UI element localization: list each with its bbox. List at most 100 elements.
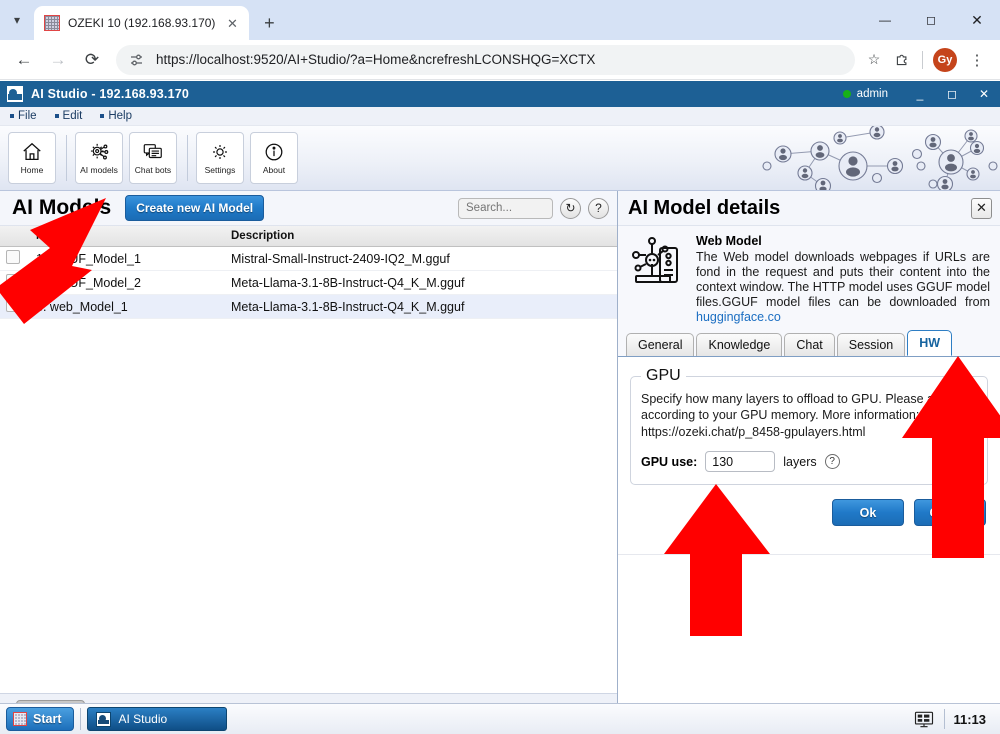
ai-models-table: Name ▾ Description 1. GGUF_Model_1 Mistra… <box>0 226 617 319</box>
menu-item-edit[interactable]: Edit <box>54 110 83 122</box>
ribbon-button-about[interactable]: About <box>250 132 298 184</box>
row-description: Meta-Llama-3.1-8B-Instruct-Q4_K_M.gguf <box>225 294 617 319</box>
profile-avatar[interactable]: Gy <box>933 47 957 72</box>
home-icon <box>23 142 41 160</box>
row-checkbox-cell[interactable] <box>0 294 30 319</box>
menu-item-edit-label: Edit <box>62 110 83 122</box>
menu-item-file-label: File <box>18 110 37 122</box>
menu-bullet-icon <box>54 114 59 118</box>
ribbon-button-home[interactable]: Home <box>8 132 56 184</box>
app-close-button[interactable]: ✕ <box>968 81 1000 107</box>
page-title: AI Models <box>12 196 112 219</box>
ribbon-label-about: About <box>262 165 286 175</box>
model-description-text: The Web model downloads webpages if URLs… <box>696 250 990 309</box>
site-settings-icon[interactable] <box>126 49 148 71</box>
menu-item-help[interactable]: Help <box>100 110 132 122</box>
app-ribbon-toolbar: Home AI models Chat bots Settings About <box>0 126 1000 191</box>
details-header: AI Model details ✕ <box>618 191 1000 226</box>
taskbar-item-label: AI Studio <box>118 712 168 726</box>
extensions-puzzle-icon[interactable] <box>887 45 917 75</box>
taskbar-clock: 11:13 <box>953 711 986 727</box>
three-dot-menu-icon[interactable]: ⋮ <box>962 45 992 75</box>
table-row[interactable]: 2. GGUF_Model_2 Meta-Llama-3.1-8B-Instru… <box>0 270 617 295</box>
ribbon-button-ai-models[interactable]: AI models <box>75 132 123 184</box>
row-checkbox[interactable] <box>6 274 20 288</box>
tab-chat[interactable]: Chat <box>784 333 835 356</box>
hw-tab-panel: GPU Specify how many layers to offload t… <box>618 357 1000 554</box>
ok-button[interactable]: Ok <box>832 499 904 526</box>
row-checkbox-cell[interactable] <box>0 246 30 271</box>
reload-icon[interactable]: ⟳ <box>76 44 108 76</box>
question-mark-icon[interactable]: ? <box>824 454 840 469</box>
browser-window-controls: — ◻ ✕ <box>862 0 1000 40</box>
taskbar-item-ai-studio[interactable]: AI Studio <box>87 707 228 731</box>
back-arrow-icon[interactable]: ← <box>8 44 40 76</box>
tab-favicon-icon <box>44 15 60 31</box>
gpu-description: Specify how many layers to offload to GP… <box>641 392 971 422</box>
question-mark-icon[interactable]: ? <box>588 197 609 219</box>
start-button[interactable]: Start <box>6 707 75 731</box>
refresh-icon[interactable]: ↻ <box>560 197 581 219</box>
ribbon-button-chat-bots[interactable]: Chat bots <box>129 132 177 184</box>
address-bar[interactable]: https://localhost:9520/AI+Studio/?a=Home… <box>116 44 855 75</box>
model-info: Web Model The Web model downloads webpag… <box>618 226 1000 331</box>
app-minimize-button[interactable]: _ <box>904 81 936 107</box>
table-header-row: Name ▾ Description <box>0 226 617 247</box>
star-icon[interactable]: ☆ <box>861 47 887 73</box>
app-maximize-button[interactable]: ◻ <box>936 81 968 107</box>
create-new-ai-model-button[interactable]: Create new AI Model <box>125 195 265 221</box>
app-title: AI Studio - 192.168.93.170 <box>31 87 190 101</box>
main-content: AI Models Create new AI Model ↻ ? <box>0 191 1000 731</box>
display-icon[interactable] <box>912 709 936 729</box>
gpu-use-input[interactable] <box>705 451 776 472</box>
column-header-select[interactable] <box>0 226 30 247</box>
sort-chevron-down-icon[interactable]: ▾ <box>70 230 82 242</box>
tab-list-chevron-icon[interactable]: ▾ <box>0 0 34 40</box>
ribbon-label-home: Home <box>20 165 44 175</box>
cancel-button[interactable]: Cancel <box>914 499 986 526</box>
search-box[interactable] <box>458 197 622 219</box>
table-row[interactable]: 1. GGUF_Model_1 Mistral-Small-Instruct-2… <box>0 246 617 271</box>
taskbar-divider <box>80 708 82 730</box>
gpu-group-title: GPU <box>646 367 681 384</box>
ribbon-button-settings[interactable]: Settings <box>196 132 244 184</box>
table-row[interactable]: 3. web_Model_1 Meta-Llama-3.1-8B-Instruc… <box>0 294 617 319</box>
tab-knowledge[interactable]: Knowledge <box>696 333 783 356</box>
tab-session[interactable]: Session <box>836 333 906 356</box>
display-icon-glyph <box>915 711 934 727</box>
ai-models-gear-icon <box>90 143 109 160</box>
menu-item-help-label: Help <box>108 110 133 122</box>
row-checkbox[interactable] <box>6 298 20 312</box>
browser-maximize-button[interactable]: ◻ <box>908 0 954 40</box>
gpu-layers-doc-link[interactable]: https://ozeki.chat/p_8458-gpulayers.html <box>641 425 865 439</box>
row-checkbox[interactable] <box>6 250 20 264</box>
row-checkbox-cell[interactable] <box>0 270 30 295</box>
ozeki-app-icon <box>6 85 24 103</box>
column-header-description[interactable]: Description <box>225 226 617 247</box>
ai-models-list-pane: AI Models Create new AI Model ↻ ? <box>0 191 622 731</box>
new-tab-button[interactable]: + <box>255 9 283 37</box>
huggingface-link[interactable]: huggingface.co <box>696 310 781 324</box>
table-body: 1. GGUF_Model_1 Mistral-Small-Instruct-2… <box>0 246 617 319</box>
tab-general[interactable]: General <box>626 333 695 356</box>
app-titlebar-right: admin _ ◻ ✕ <box>842 81 1000 107</box>
tab-hw[interactable]: HW <box>907 330 953 356</box>
menu-item-file[interactable]: File <box>10 110 37 122</box>
info-icon <box>265 143 283 161</box>
current-user-label: admin <box>856 88 888 100</box>
close-icon[interactable]: ✕ <box>971 197 992 219</box>
os-taskbar: Start AI Studio 11:13 <box>0 703 1000 734</box>
column-header-name-label: Name <box>36 230 68 242</box>
gpu-use-label: GPU use: <box>641 454 698 469</box>
tab-close-icon[interactable]: ✕ <box>223 14 241 32</box>
browser-close-button[interactable]: ✕ <box>954 0 1000 40</box>
settings-gear-icon <box>213 145 227 159</box>
browser-minimize-button[interactable]: — <box>862 0 908 40</box>
browser-tab[interactable]: OZEKI 10 (192.168.93.170) ✕ <box>34 6 250 40</box>
network-graph-decoration <box>762 126 998 190</box>
list-header-actions: ↻ ? <box>458 197 622 219</box>
system-tray: 11:13 <box>912 709 994 729</box>
model-text: Web Model The Web model downloads webpag… <box>696 234 990 325</box>
column-header-name[interactable]: Name ▾ <box>30 226 225 247</box>
row-index: 2. <box>36 275 47 290</box>
